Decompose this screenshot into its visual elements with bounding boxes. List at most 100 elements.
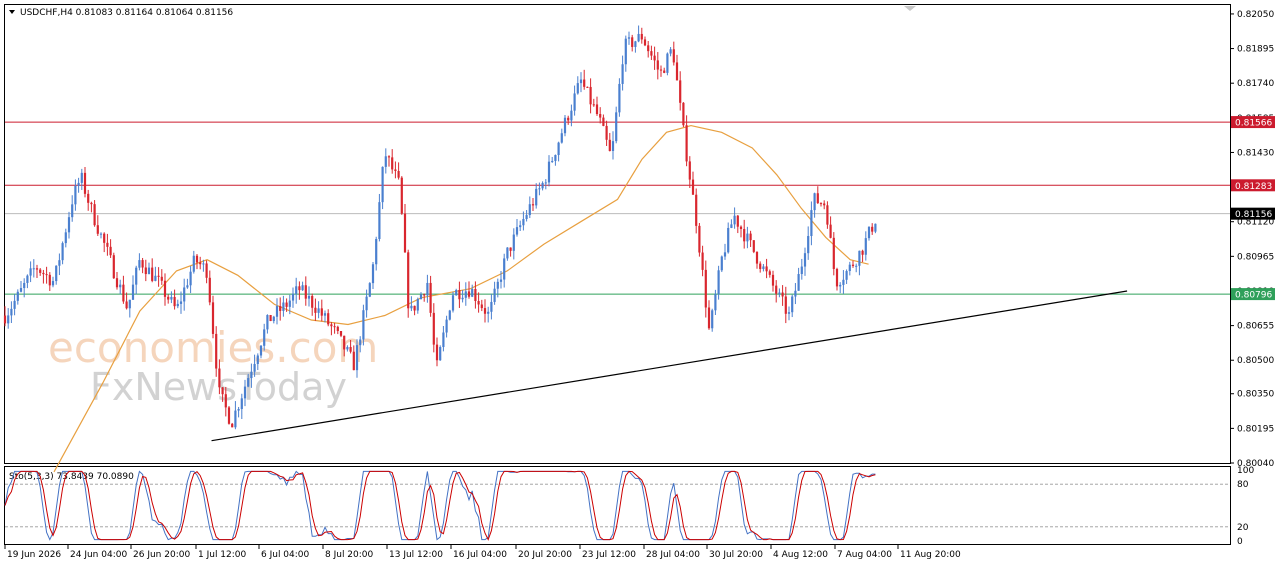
candle-bull xyxy=(272,316,275,322)
candle-bull xyxy=(359,339,362,346)
candle-bull xyxy=(746,233,749,242)
symbol-header: USDCHF,H4 0.81083 0.81164 0.81064 0.8115… xyxy=(20,8,233,18)
candle-bear xyxy=(435,344,439,361)
candle-bull xyxy=(522,219,525,226)
candle-bear xyxy=(343,335,346,350)
candle-bull xyxy=(621,64,624,84)
candle-bull xyxy=(295,286,298,294)
candle-bull xyxy=(515,227,519,235)
candle-bear xyxy=(400,177,403,214)
candle-bull xyxy=(557,142,560,156)
candle-bear xyxy=(298,286,301,291)
candle-bear xyxy=(871,226,874,232)
candle-bear xyxy=(567,117,570,121)
candle-bull xyxy=(637,33,640,42)
candle-bear xyxy=(397,171,400,178)
candle-bear xyxy=(592,104,595,106)
candle-bear xyxy=(608,139,611,151)
candle-bear xyxy=(48,274,51,286)
candle-bear xyxy=(163,280,167,297)
candle-bull xyxy=(778,292,781,294)
candle-bull xyxy=(544,182,547,184)
candle-bear xyxy=(583,79,586,87)
candle-bear xyxy=(96,225,99,234)
candle-bear xyxy=(682,102,685,126)
candle-bear xyxy=(829,224,832,238)
candle-bull xyxy=(237,409,240,411)
x-tick-label: 4 Aug 12:00 xyxy=(773,550,828,560)
candle-bear xyxy=(823,203,826,206)
candle-bull xyxy=(666,53,669,73)
osc-level-label: 0 xyxy=(1237,537,1243,547)
x-tick-label: 30 Jul 20:00 xyxy=(709,550,763,560)
candle-bull xyxy=(119,284,122,288)
candle-bull xyxy=(845,271,848,280)
candle-bull xyxy=(266,315,269,330)
candle-bear xyxy=(480,304,483,309)
candle-bull xyxy=(519,225,522,228)
candle-bull xyxy=(554,155,557,161)
candle-bull xyxy=(275,306,279,317)
candle-bull xyxy=(426,282,429,296)
candle-bear xyxy=(407,252,410,309)
candle-bull xyxy=(720,256,723,271)
candle-bull xyxy=(570,110,573,121)
candle-bull xyxy=(74,185,77,205)
candle-bull xyxy=(176,303,179,307)
x-tick-label: 13 Jul 12:00 xyxy=(389,550,443,560)
candle-bull xyxy=(503,258,506,280)
candle-bear xyxy=(816,193,819,204)
candle-bear xyxy=(771,274,775,286)
x-tick-label: 23 Jul 12:00 xyxy=(582,550,636,560)
level-tag-label: 0.81283 xyxy=(1235,182,1272,192)
level-tag-label: 0.81156 xyxy=(1235,210,1272,220)
price-chart[interactable]: economies.com FxNewsToday 0.820500.81895… xyxy=(0,0,1280,567)
candle-bull xyxy=(461,297,464,300)
x-tick-label: 26 Jun 20:00 xyxy=(133,550,190,560)
candle-bear xyxy=(285,302,288,307)
candle-bull xyxy=(368,283,371,297)
candle-bull xyxy=(256,355,259,364)
candle-bull xyxy=(451,295,455,311)
candle-bear xyxy=(656,60,659,70)
x-tick-label: 1 Jul 12:00 xyxy=(198,550,247,560)
candle-bear xyxy=(589,86,592,105)
candle-bull xyxy=(733,215,736,225)
candle-bear xyxy=(93,204,96,226)
candle-bull xyxy=(839,284,842,287)
candle-bear xyxy=(698,225,701,253)
candle-bull xyxy=(247,378,250,387)
candle-bear xyxy=(784,296,787,314)
candle-bear xyxy=(311,295,314,308)
candle-bear xyxy=(279,306,282,311)
y-tick-label: 0.80350 xyxy=(1237,390,1274,400)
candle-bear xyxy=(643,39,647,46)
candle-bear xyxy=(650,51,653,56)
candle-bear xyxy=(631,37,634,47)
candle-bear xyxy=(144,267,147,275)
candle-bull xyxy=(538,188,541,190)
candle-bull xyxy=(253,363,256,372)
candle-bear xyxy=(106,242,109,247)
candle-bull xyxy=(138,260,141,268)
candle-bull xyxy=(240,398,243,410)
candle-bull xyxy=(16,291,19,301)
candle-bear xyxy=(327,313,330,325)
candle-bear xyxy=(221,387,224,395)
candle-bull xyxy=(55,265,58,282)
candle-bull xyxy=(573,93,576,111)
candle-bear xyxy=(819,203,823,205)
candle-bear xyxy=(474,288,477,302)
candle-bear xyxy=(659,69,663,71)
candle-bull xyxy=(791,296,794,313)
x-tick-label: 6 Jul 04:00 xyxy=(261,550,310,560)
candle-bear xyxy=(205,263,208,278)
candle-bull xyxy=(627,37,631,39)
candle-bull xyxy=(128,299,131,309)
candle-bull xyxy=(803,253,807,267)
candle-bull xyxy=(346,347,349,350)
candle-bull xyxy=(375,238,378,265)
candle-bull xyxy=(135,267,138,285)
candle-bear xyxy=(391,157,394,170)
candle-bull xyxy=(67,217,71,233)
